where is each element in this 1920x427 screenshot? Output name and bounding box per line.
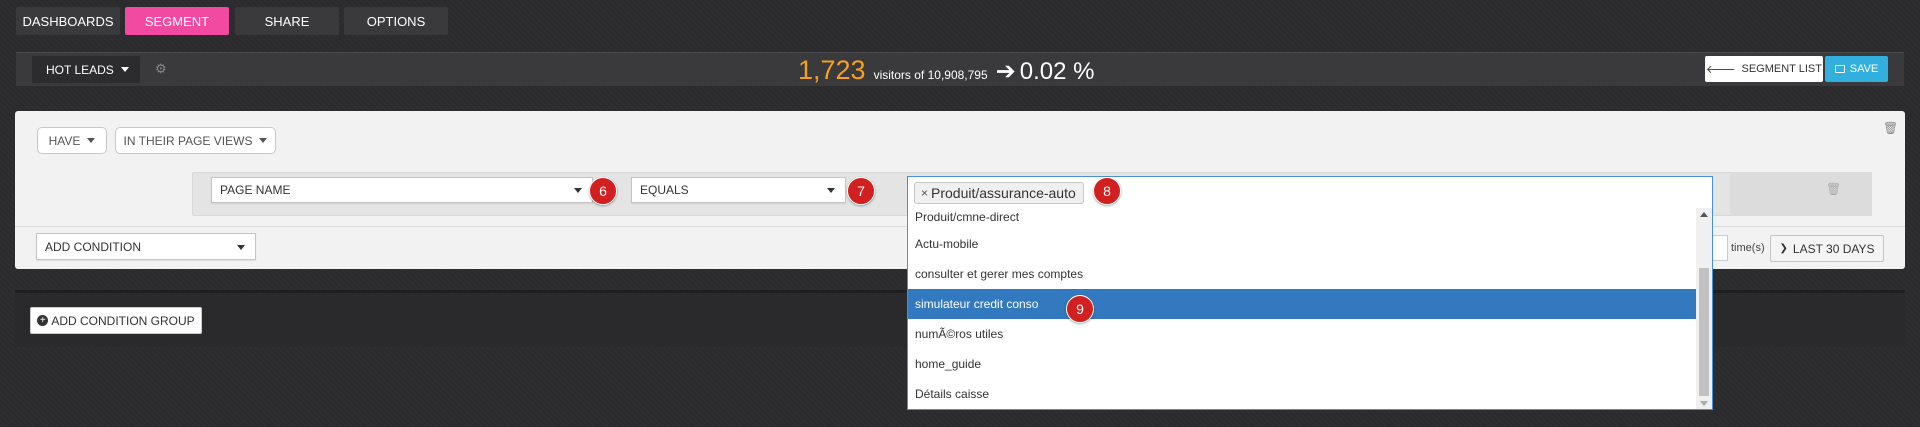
have-dropdown[interactable]: HAVE	[37, 127, 107, 154]
operator-label: EQUALS	[640, 183, 689, 197]
segment-name-label: HOT LEADS	[46, 62, 114, 77]
save-button[interactable]: SAVE	[1825, 56, 1888, 82]
list-item[interactable]: Actu-mobile	[908, 229, 1696, 259]
list-item[interactable]: consulter et gerer mes comptes	[908, 259, 1696, 289]
visitors-of-text: visitors of 10,908,795	[873, 68, 988, 82]
list-item[interactable]: numÃ©ros utiles	[908, 319, 1696, 349]
field-select[interactable]: PAGE NAME	[211, 177, 593, 203]
option-label: numÃ©ros utiles	[915, 327, 1004, 341]
list-item[interactable]: home_guide	[908, 349, 1696, 379]
scrollbar-thumb[interactable]	[1699, 268, 1709, 396]
selected-value-tag[interactable]: × Produit/assurance-auto	[914, 182, 1084, 204]
segment-name-dropdown[interactable]: HOT LEADS	[32, 56, 140, 83]
visitor-count: 1,723	[798, 55, 866, 85]
option-label: consulter et gerer mes comptes	[915, 267, 1084, 281]
caret-down-icon	[120, 67, 129, 72]
tab-share[interactable]: SHARE	[235, 7, 339, 35]
tab-segment[interactable]: SEGMENT	[125, 7, 229, 35]
field-label: PAGE NAME	[220, 183, 291, 197]
list-item-highlighted[interactable]: simulateur credit conso	[908, 289, 1696, 319]
scroll-up-icon[interactable]	[1700, 212, 1708, 217]
selected-tag-label: Produit/assurance-auto	[931, 185, 1076, 201]
chevron-down-icon: ❯	[1779, 243, 1788, 254]
segment-list-label: SEGMENT LIST	[1741, 63, 1822, 75]
segment-list-button[interactable]: 🡐 SEGMENT LIST	[1705, 56, 1823, 82]
scrollbar[interactable]	[1696, 208, 1712, 409]
tab-label: SHARE	[264, 13, 310, 29]
scope-label: IN THEIR PAGE VIEWS	[123, 133, 253, 148]
period-label: LAST 30 DAYS	[1792, 241, 1875, 256]
annotation-badge: 8	[1093, 177, 1121, 205]
tab-label: SEGMENT	[144, 13, 210, 29]
option-label: home_guide	[915, 357, 982, 371]
add-condition-label: ADD CONDITION	[45, 239, 141, 254]
tab-label: DASHBOARDS	[22, 13, 114, 29]
add-condition-group-button[interactable]: + ADD CONDITION GROUP	[30, 307, 202, 334]
list-item[interactable]: Détails caisse	[908, 379, 1696, 409]
annotation-badge: 9	[1066, 295, 1094, 323]
value-options-dropdown[interactable]: Produit/cmne-direct Actu-mobile consulte…	[907, 208, 1713, 410]
caret-down-icon	[827, 188, 835, 193]
annotation-badge: 7	[847, 177, 875, 205]
option-label: simulateur credit conso	[915, 297, 1039, 311]
scroll-down-icon[interactable]	[1700, 401, 1708, 406]
caret-down-icon	[237, 244, 245, 250]
option-label: Détails caisse	[915, 387, 990, 401]
caret-down-icon	[259, 138, 268, 143]
trash-icon[interactable]: 🗑	[1826, 182, 1841, 196]
visitor-stats: 1,723 visitors of 10,908,795 ➔ 0.02 %	[798, 55, 1094, 85]
add-group-label: ADD CONDITION GROUP	[51, 313, 195, 328]
inbox-icon	[1834, 65, 1845, 73]
tab-dashboards[interactable]: DASHBOARDS	[16, 7, 120, 35]
add-condition-dropdown[interactable]: ADD CONDITION	[36, 233, 256, 260]
visitor-percent: 0.02 %	[1019, 58, 1095, 85]
arrow-left-icon: 🡐	[1706, 64, 1736, 76]
caret-down-icon	[574, 188, 582, 193]
option-label: Produit/cmne-direct	[915, 210, 1020, 224]
annotation-badge: 6	[589, 177, 617, 205]
plus-circle-icon: +	[37, 315, 49, 326]
scope-dropdown[interactable]: IN THEIR PAGE VIEWS	[115, 127, 276, 154]
times-input[interactable]	[1712, 235, 1728, 261]
tab-options[interactable]: OPTIONS	[344, 7, 448, 35]
caret-down-icon	[87, 138, 96, 143]
period-dropdown[interactable]: ❯ LAST 30 DAYS	[1770, 235, 1884, 262]
option-label: Actu-mobile	[915, 237, 979, 251]
save-label: SAVE	[1849, 63, 1879, 75]
have-label: HAVE	[48, 133, 81, 148]
times-label: time(s)	[1731, 242, 1765, 254]
trash-icon[interactable]: 🗑	[1883, 121, 1898, 135]
gear-icon[interactable]: ⚙	[155, 61, 167, 77]
operator-select[interactable]: EQUALS	[631, 177, 846, 203]
tab-label: OPTIONS	[366, 13, 426, 29]
condition-row-actions	[1730, 172, 1872, 216]
remove-tag-icon[interactable]: ×	[921, 186, 928, 200]
arrow-right-icon: ➔	[995, 58, 1016, 85]
